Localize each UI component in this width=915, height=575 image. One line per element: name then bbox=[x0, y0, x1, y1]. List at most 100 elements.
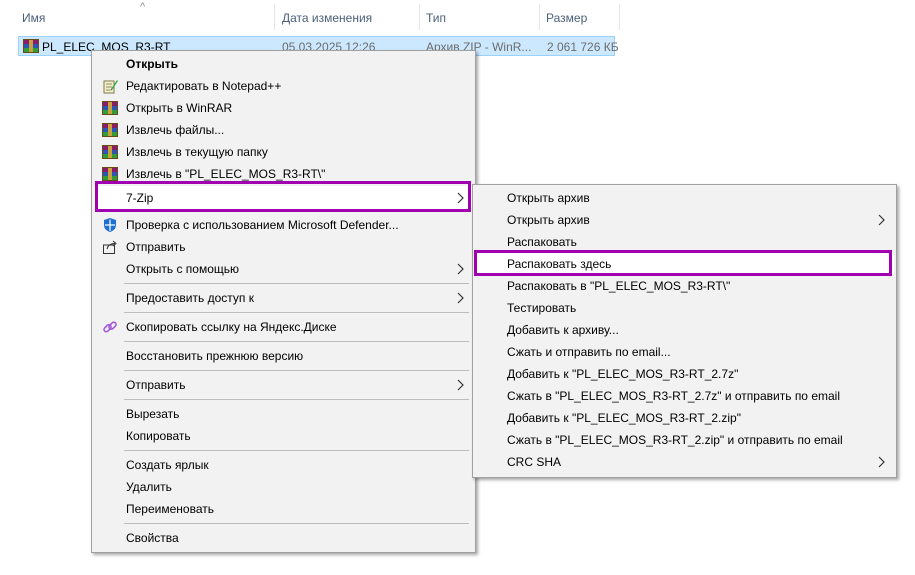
menu-item-label: Предоставить доступ к bbox=[126, 291, 254, 305]
winrar-icon bbox=[23, 38, 39, 54]
chevron-right-icon bbox=[457, 186, 465, 212]
submenu-item-extract-here[interactable]: Распаковать здесь bbox=[475, 253, 894, 275]
share-icon bbox=[102, 239, 118, 255]
menu-item-label: Свойства bbox=[126, 531, 179, 545]
menu-item-label: Открыть с помощью bbox=[126, 262, 240, 276]
menu-item-label: Извлечь в текущую папку bbox=[126, 145, 268, 159]
menu-item-label: Открыть архив bbox=[507, 213, 590, 227]
menu-item-label: CRC SHA bbox=[507, 455, 562, 469]
menu-item-give-access[interactable]: Предоставить доступ к bbox=[94, 287, 473, 309]
submenu-item-open-archive[interactable]: Открыть архив bbox=[475, 187, 894, 209]
menu-item-label: Добавить к "PL_ELEC_MOS_R3-RT_2.zip" bbox=[507, 411, 741, 425]
menu-item-delete[interactable]: Удалить bbox=[94, 476, 473, 498]
menu-item-extract-files[interactable]: Извлечь файлы... bbox=[94, 119, 473, 141]
notepad-plus-plus-icon bbox=[102, 78, 118, 94]
menu-item-7zip[interactable]: 7-Zip bbox=[94, 186, 473, 210]
menu-item-label: Добавить к "PL_ELEC_MOS_R3-RT_2.7z" bbox=[507, 367, 739, 381]
windows-defender-shield-icon bbox=[102, 217, 118, 233]
menu-item-restore[interactable]: Восстановить прежнюю версию bbox=[94, 345, 473, 367]
menu-item-cut[interactable]: Вырезать bbox=[94, 403, 473, 425]
chevron-right-icon bbox=[457, 287, 465, 311]
menu-item-label: Открыть bbox=[126, 57, 179, 71]
menu-separator bbox=[124, 450, 469, 451]
menu-separator bbox=[124, 283, 469, 284]
submenu-item-extract-to[interactable]: Распаковать в "PL_ELEC_MOS_R3-RT\" bbox=[475, 275, 894, 297]
column-divider[interactable] bbox=[619, 4, 620, 30]
menu-item-label: Отправить bbox=[126, 240, 186, 254]
menu-item-share[interactable]: Отправить bbox=[94, 236, 473, 258]
file-size: 2 061 726 КБ bbox=[547, 40, 619, 54]
column-size[interactable]: Размер bbox=[540, 0, 620, 34]
submenu-item-add-7z[interactable]: Добавить к "PL_ELEC_MOS_R3-RT_2.7z" bbox=[475, 363, 894, 385]
menu-item-label: Открыть архив bbox=[507, 191, 590, 205]
submenu-item-test[interactable]: Тестировать bbox=[475, 297, 894, 319]
submenu-item-compress-7z-email[interactable]: Сжать в "PL_ELEC_MOS_R3-RT_2.7z" и отпра… bbox=[475, 385, 894, 407]
menu-separator bbox=[124, 341, 469, 342]
column-size-label: Размер bbox=[546, 11, 588, 25]
menu-item-label: Скопировать ссылку на Яндекс.Диске bbox=[126, 320, 337, 334]
column-name-label: Имя bbox=[22, 11, 46, 25]
sevenzip-submenu: Открыть архив Открыть архив Распаковать … bbox=[472, 184, 897, 478]
menu-item-extract-to[interactable]: Извлечь в "PL_ELEC_MOS_R3-RT\" bbox=[94, 163, 473, 185]
menu-item-label: Отправить bbox=[126, 378, 186, 392]
winrar-icon bbox=[102, 166, 118, 182]
menu-item-label: Сжать и отправить по email... bbox=[507, 345, 671, 359]
menu-item-label: Распаковать здесь bbox=[507, 257, 612, 271]
menu-item-label: Редактировать в Notepad++ bbox=[126, 79, 282, 93]
column-type[interactable]: Тип bbox=[420, 0, 538, 34]
column-date-label: Дата изменения bbox=[282, 11, 373, 25]
menu-item-label: Распаковать в "PL_ELEC_MOS_R3-RT\" bbox=[507, 279, 731, 293]
menu-item-label: Восстановить прежнюю версию bbox=[126, 349, 304, 363]
menu-item-defender[interactable]: Проверка с использованием Microsoft Defe… bbox=[94, 214, 473, 236]
menu-item-label: Проверка с использованием Microsoft Defe… bbox=[126, 218, 399, 232]
menu-item-label: Добавить к архиву... bbox=[507, 323, 619, 337]
menu-item-label: Открыть в WinRAR bbox=[126, 101, 233, 115]
column-type-label: Тип bbox=[426, 11, 447, 25]
column-header: ^ Имя Дата изменения Тип Размер bbox=[0, 0, 915, 34]
menu-item-rename[interactable]: Переименовать bbox=[94, 498, 473, 520]
menu-item-open-winrar[interactable]: Открыть в WinRAR bbox=[94, 97, 473, 119]
menu-item-label: 7-Zip bbox=[126, 191, 154, 205]
menu-item-label: Копировать bbox=[126, 429, 191, 443]
menu-separator bbox=[124, 523, 469, 524]
menu-separator bbox=[124, 312, 469, 313]
link-icon bbox=[102, 319, 118, 335]
menu-item-label: Переименовать bbox=[126, 502, 214, 516]
menu-item-extract-here[interactable]: Извлечь в текущую папку bbox=[94, 141, 473, 163]
menu-item-send-to[interactable]: Отправить bbox=[94, 374, 473, 396]
menu-item-label: Сжать в "PL_ELEC_MOS_R3-RT_2.7z" и отпра… bbox=[507, 389, 840, 403]
submenu-item-crc-sha[interactable]: CRC SHA bbox=[475, 451, 894, 473]
context-menu: Открыть Редактировать в Notepad++ Открыт… bbox=[91, 50, 476, 553]
column-name[interactable]: Имя bbox=[16, 0, 274, 34]
menu-item-yandex-link[interactable]: Скопировать ссылку на Яндекс.Диске bbox=[94, 316, 473, 338]
menu-item-label: Распаковать bbox=[507, 235, 577, 249]
chevron-right-icon bbox=[878, 451, 886, 475]
chevron-right-icon bbox=[457, 374, 465, 398]
winrar-icon bbox=[102, 144, 118, 160]
menu-item-properties[interactable]: Свойства bbox=[94, 527, 473, 549]
submenu-item-add-archive[interactable]: Добавить к архиву... bbox=[475, 319, 894, 341]
submenu-item-compress-zip-email[interactable]: Сжать в "PL_ELEC_MOS_R3-RT_2.zip" и отпр… bbox=[475, 429, 894, 451]
winrar-icon bbox=[102, 100, 118, 116]
menu-item-label: Извлечь файлы... bbox=[126, 123, 225, 137]
submenu-item-add-zip[interactable]: Добавить к "PL_ELEC_MOS_R3-RT_2.zip" bbox=[475, 407, 894, 429]
submenu-item-extract[interactable]: Распаковать bbox=[475, 231, 894, 253]
submenu-item-compress-email[interactable]: Сжать и отправить по email... bbox=[475, 341, 894, 363]
submenu-item-open-archive-sub[interactable]: Открыть архив bbox=[475, 209, 894, 231]
menu-separator bbox=[124, 399, 469, 400]
menu-item-label: Создать ярлык bbox=[126, 458, 209, 472]
menu-item-label: Извлечь в "PL_ELEC_MOS_R3-RT\" bbox=[126, 167, 326, 181]
column-date[interactable]: Дата изменения bbox=[276, 0, 419, 34]
winrar-icon bbox=[102, 122, 118, 138]
menu-item-open[interactable]: Открыть bbox=[94, 53, 473, 75]
chevron-right-icon bbox=[457, 258, 465, 282]
menu-item-edit-notepad[interactable]: Редактировать в Notepad++ bbox=[94, 75, 473, 97]
column-divider[interactable] bbox=[274, 4, 275, 30]
menu-item-open-with[interactable]: Открыть с помощью bbox=[94, 258, 473, 280]
menu-item-label: Тестировать bbox=[507, 301, 577, 315]
menu-item-copy[interactable]: Копировать bbox=[94, 425, 473, 447]
menu-item-label: Вырезать bbox=[126, 407, 180, 421]
menu-item-create-shortcut[interactable]: Создать ярлык bbox=[94, 454, 473, 476]
chevron-right-icon bbox=[878, 209, 886, 233]
menu-separator bbox=[124, 370, 469, 371]
